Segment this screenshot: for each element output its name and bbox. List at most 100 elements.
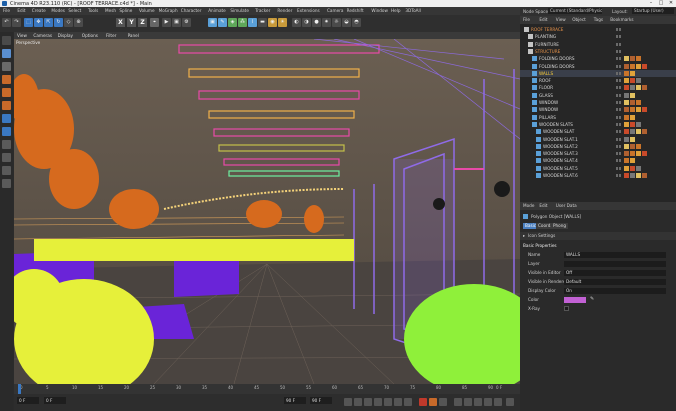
menu-modes[interactable]: Modes	[51, 8, 65, 13]
close-button[interactable]: ✕	[666, 0, 676, 7]
xray-checkbox[interactable]	[564, 306, 569, 311]
material-tag-icon[interactable]	[636, 100, 641, 105]
layout-select[interactable]: Startup (User)	[632, 8, 674, 14]
pen-icon[interactable]: ✎	[218, 18, 227, 27]
object-row[interactable]: WINDOW	[520, 106, 676, 113]
camera-icon[interactable]: ◉	[268, 18, 277, 27]
menu-character[interactable]: Character	[181, 8, 202, 13]
material-tag-icon[interactable]	[636, 165, 641, 171]
visibility-dots[interactable]	[616, 152, 622, 156]
object-menu-object[interactable]: Object	[572, 17, 586, 22]
model-mode-icon[interactable]	[2, 62, 11, 71]
node-space-select[interactable]: Current (Standard/Physical)	[548, 8, 602, 14]
material-tag-icon[interactable]	[624, 85, 629, 91]
menu-tools[interactable]: Tools	[88, 8, 98, 13]
menu-animate[interactable]: Animate	[208, 8, 226, 13]
redo-icon[interactable]: ↷	[12, 18, 21, 27]
menu-file[interactable]: File	[3, 8, 10, 13]
timeline-ruler[interactable]: 0 5 10 15 20 25 30 35 40 45 50 55 60 65 70 75 80 85 90 0 F	[14, 384, 520, 394]
visibility-dots[interactable]	[616, 174, 622, 177]
object-row[interactable]: ROOF TERRACE	[520, 26, 676, 33]
attribute-menu-edit[interactable]: Edit	[539, 203, 547, 208]
viewport-menu-options[interactable]: Options	[82, 33, 98, 38]
material-tag-icon[interactable]	[636, 151, 641, 157]
material-tag-icon[interactable]	[630, 158, 635, 164]
field-visible-renderer-select[interactable]: Default	[564, 279, 666, 285]
tab-phong[interactable]: Phong	[551, 223, 569, 229]
play-icon[interactable]	[374, 398, 382, 406]
object-row[interactable]: WOODEN SLAT.4	[520, 157, 676, 164]
object-menu-edit[interactable]: Edit	[539, 17, 547, 22]
material-tag-icon[interactable]	[630, 165, 635, 171]
move-tool-icon[interactable]: ✥	[34, 18, 43, 27]
attribute-menu-mode[interactable]: Mode	[523, 203, 534, 208]
visibility-dots[interactable]	[616, 42, 622, 46]
object-row[interactable]: FLOOR	[520, 84, 676, 91]
visibility-dots[interactable]	[616, 144, 622, 148]
object-menu-view[interactable]: View	[556, 17, 566, 22]
material-tag-icon[interactable]	[642, 63, 647, 69]
visibility-dots[interactable]	[616, 122, 622, 126]
material-tag-icon[interactable]	[630, 129, 635, 135]
menu-extensions[interactable]: Extensions	[297, 8, 320, 13]
previous-key-icon[interactable]	[354, 398, 362, 406]
menu-help[interactable]: Help	[391, 8, 401, 13]
redshift-proxy-icon[interactable]: ◓	[352, 18, 361, 27]
object-row[interactable]: WOODEN SLAT	[520, 128, 676, 135]
material-tag-icon[interactable]	[636, 63, 641, 69]
material-tag-icon[interactable]	[624, 100, 629, 105]
material-tag-icon[interactable]	[630, 151, 635, 157]
object-row[interactable]: FOLDING DOORS	[520, 55, 676, 62]
menu-simulate[interactable]: Simulate	[230, 8, 249, 13]
redshift-material-icon[interactable]: ●	[312, 18, 321, 27]
viewport-menu-panel[interactable]: Panel	[128, 33, 139, 38]
y-axis-button[interactable]: Y	[127, 18, 136, 27]
field-name-input[interactable]: WALLS	[564, 252, 666, 258]
material-tag-icon[interactable]	[636, 78, 641, 84]
redshift-sun-icon[interactable]: ☼	[332, 18, 341, 27]
start-frame-field[interactable]: 0 F	[17, 397, 39, 404]
material-tag-icon[interactable]	[636, 121, 641, 127]
object-row[interactable]: PILLARS	[520, 114, 676, 121]
material-tag-icon[interactable]	[642, 151, 647, 157]
material-tag-icon[interactable]	[630, 121, 635, 127]
material-tag-icon[interactable]	[624, 92, 629, 98]
texture-mode-icon[interactable]	[2, 49, 11, 58]
material-tag-icon[interactable]	[624, 143, 629, 149]
light-icon[interactable]: ☀	[278, 18, 287, 27]
make-editable-icon[interactable]	[2, 36, 11, 45]
recent-tool-icon[interactable]: ◇	[64, 18, 73, 27]
deformer-icon[interactable]: ⌇	[248, 18, 257, 27]
viewport-menu-filter[interactable]: Filter	[106, 33, 116, 38]
solo-icon[interactable]	[2, 153, 11, 162]
points-mode-icon[interactable]	[2, 75, 11, 84]
go-to-end-icon[interactable]	[404, 398, 412, 406]
material-tag-icon[interactable]	[636, 56, 641, 62]
visibility-dots[interactable]	[616, 64, 622, 68]
redshift-dome-icon[interactable]: ◒	[342, 18, 351, 27]
menu-mograph[interactable]: MoGraph	[159, 8, 178, 13]
field-display-color-select[interactable]: On	[564, 288, 666, 294]
menu-mesh[interactable]: Mesh	[105, 8, 116, 13]
menu-create[interactable]: Create	[32, 8, 46, 13]
material-tag-icon[interactable]	[624, 78, 629, 84]
material-tag-icon[interactable]	[624, 107, 629, 113]
timeline-menu-icon[interactable]	[506, 398, 514, 406]
rotation-key-icon[interactable]	[474, 398, 482, 406]
position-key-icon[interactable]	[454, 398, 462, 406]
menu-redshift[interactable]: Redshift	[347, 8, 364, 13]
menu-spline[interactable]: Spline	[119, 8, 132, 13]
material-tag-icon[interactable]	[630, 78, 635, 84]
render-view-icon[interactable]: ▶	[162, 18, 171, 27]
field-layer-input[interactable]	[564, 261, 666, 267]
edges-mode-icon[interactable]	[2, 88, 11, 97]
menu-render[interactable]: Render	[277, 8, 292, 13]
viewport-menu-display[interactable]: Display	[58, 33, 73, 38]
undo-icon[interactable]: ↶	[2, 18, 11, 27]
material-tag-icon[interactable]	[642, 129, 647, 135]
object-row[interactable]: WINDOW	[520, 99, 676, 106]
workplane-icon[interactable]	[2, 140, 11, 149]
material-tag-icon[interactable]	[636, 173, 641, 178]
minimize-button[interactable]: –	[646, 0, 656, 7]
visibility-dots[interactable]	[616, 79, 622, 83]
